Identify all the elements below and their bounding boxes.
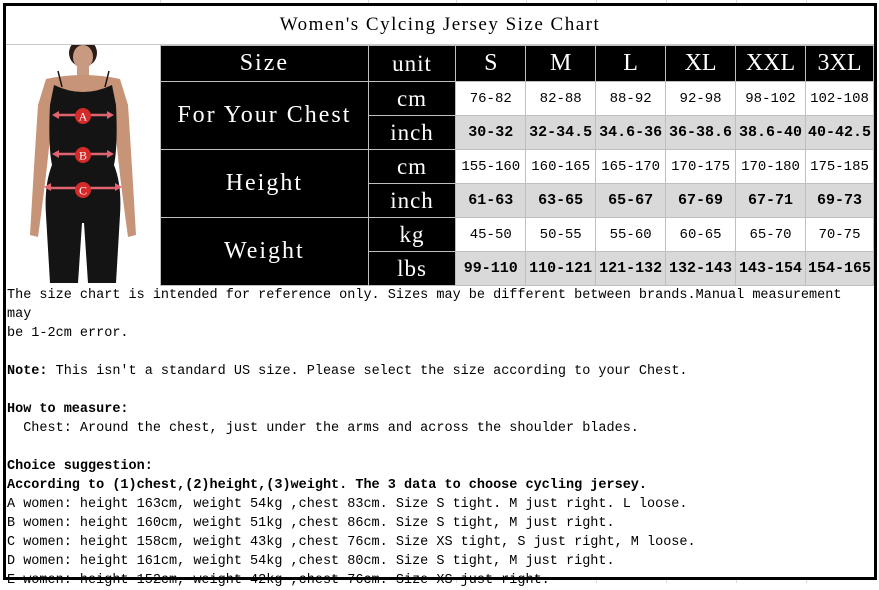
example-line: A women: height 163cm, weight 54kg ,ches… bbox=[7, 497, 688, 512]
svg-text:B: B bbox=[79, 149, 87, 163]
value-cell: 67-71 bbox=[735, 183, 806, 218]
value-cell: 165-170 bbox=[595, 149, 667, 184]
value-cell: 155-160 bbox=[455, 149, 527, 184]
unit-cell: cm bbox=[367, 149, 457, 184]
example-line: E women: height 152cm, weight 42kg ,ches… bbox=[7, 573, 550, 588]
value-cell: 170-180 bbox=[735, 149, 806, 184]
note-label: Note: bbox=[7, 364, 48, 379]
weight-label: Weight bbox=[160, 217, 369, 286]
note-paragraph: Note: This isn't a standard US size. Ple… bbox=[7, 362, 873, 381]
unit-header: unit bbox=[367, 45, 457, 82]
value-cell: 55-60 bbox=[595, 217, 667, 252]
value-cell: 32-34.5 bbox=[525, 115, 597, 150]
svg-text:C: C bbox=[79, 184, 87, 198]
value-cell: 99-110 bbox=[455, 251, 527, 286]
disclaimer-line-1: The size chart is intended for reference… bbox=[7, 288, 850, 322]
header-row: Size unit S M L XL XXL 3XL bbox=[160, 45, 875, 82]
value-cell: 82-88 bbox=[525, 81, 597, 116]
value-cell: 45-50 bbox=[455, 217, 527, 252]
example-line: C women: height 158cm, weight 43kg ,ches… bbox=[7, 535, 696, 550]
unit-cell: kg bbox=[367, 217, 457, 252]
example-line: D women: height 161cm, weight 54kg ,ches… bbox=[7, 554, 615, 569]
unit-cell: inch bbox=[367, 115, 457, 150]
value-cell: 132-143 bbox=[665, 251, 737, 286]
how-to-measure-text: Chest: Around the chest, just under the … bbox=[7, 421, 639, 436]
value-cell: 110-121 bbox=[525, 251, 597, 286]
disclaimer-line-2: be 1-2cm error. bbox=[7, 326, 129, 341]
value-cell: 30-32 bbox=[455, 115, 527, 150]
value-cell: 92-98 bbox=[665, 81, 737, 116]
size-table: Size unit S M L XL XXL 3XL For Your Ches… bbox=[160, 45, 875, 286]
value-cell: 65-70 bbox=[735, 217, 806, 252]
svg-text:A: A bbox=[79, 110, 88, 124]
value-cell: 60-65 bbox=[665, 217, 737, 252]
value-cell: 34.6-36 bbox=[595, 115, 667, 150]
size-col-m: M bbox=[525, 45, 597, 82]
size-col-s: S bbox=[455, 45, 527, 82]
value-cell: 76-82 bbox=[455, 81, 527, 116]
value-cell: 121-132 bbox=[595, 251, 667, 286]
chest-label: For Your Chest bbox=[160, 81, 369, 150]
size-col-l: L bbox=[595, 45, 667, 82]
note-text: This isn't a standard US size. Please se… bbox=[47, 364, 688, 379]
size-chart-sheet: Women's Cylcing Jersey Size Chart A B C … bbox=[3, 3, 877, 588]
value-cell: 50-55 bbox=[525, 217, 597, 252]
size-header: Size bbox=[160, 45, 369, 82]
value-cell: 143-154 bbox=[735, 251, 806, 286]
value-cell: 38.6-40 bbox=[735, 115, 806, 150]
table-row: For Your Chest cm 76-82 82-88 88-92 92-9… bbox=[160, 81, 875, 150]
table-row: Height cm 155-160 160-165 165-170 170-17… bbox=[160, 149, 875, 218]
size-col-xxl: XXL bbox=[735, 45, 806, 82]
size-col-3xl: 3XL bbox=[804, 45, 875, 82]
unit-cell: inch bbox=[367, 183, 457, 218]
value-cell: 63-65 bbox=[525, 183, 597, 218]
value-cell: 36-38.6 bbox=[665, 115, 737, 150]
value-cell: 69-73 bbox=[804, 183, 875, 218]
value-cell: 154-165 bbox=[804, 251, 875, 286]
choice-subheading: According to (1)chest,(2)height,(3)weigh… bbox=[7, 478, 648, 493]
body-measurement-figure: A B C bbox=[6, 45, 161, 283]
notes-section: The size chart is intended for reference… bbox=[6, 286, 873, 590]
value-cell: 175-185 bbox=[804, 149, 875, 184]
value-cell: 170-175 bbox=[665, 149, 737, 184]
value-cell: 102-108 bbox=[804, 81, 875, 116]
example-line: B women: height 160cm, weight 51kg ,ches… bbox=[7, 516, 615, 531]
unit-cell: lbs bbox=[367, 251, 457, 286]
value-cell: 61-63 bbox=[455, 183, 527, 218]
how-to-measure-heading: How to measure: bbox=[7, 402, 129, 417]
value-cell: 98-102 bbox=[735, 81, 806, 116]
height-label: Height bbox=[160, 149, 369, 218]
table-row: Weight kg 45-50 50-55 55-60 60-65 65-70 … bbox=[160, 217, 875, 286]
choice-heading: Choice suggestion: bbox=[7, 459, 153, 474]
value-cell: 65-67 bbox=[595, 183, 667, 218]
value-cell: 67-69 bbox=[665, 183, 737, 218]
value-cell: 88-92 bbox=[595, 81, 667, 116]
value-cell: 70-75 bbox=[804, 217, 875, 252]
unit-cell: cm bbox=[367, 81, 457, 116]
value-cell: 40-42.5 bbox=[804, 115, 875, 150]
model-illustration: A B C bbox=[30, 45, 136, 283]
size-col-xl: XL bbox=[665, 45, 737, 82]
chart-title: Women's Cylcing Jersey Size Chart bbox=[6, 6, 874, 45]
value-cell: 160-165 bbox=[525, 149, 597, 184]
